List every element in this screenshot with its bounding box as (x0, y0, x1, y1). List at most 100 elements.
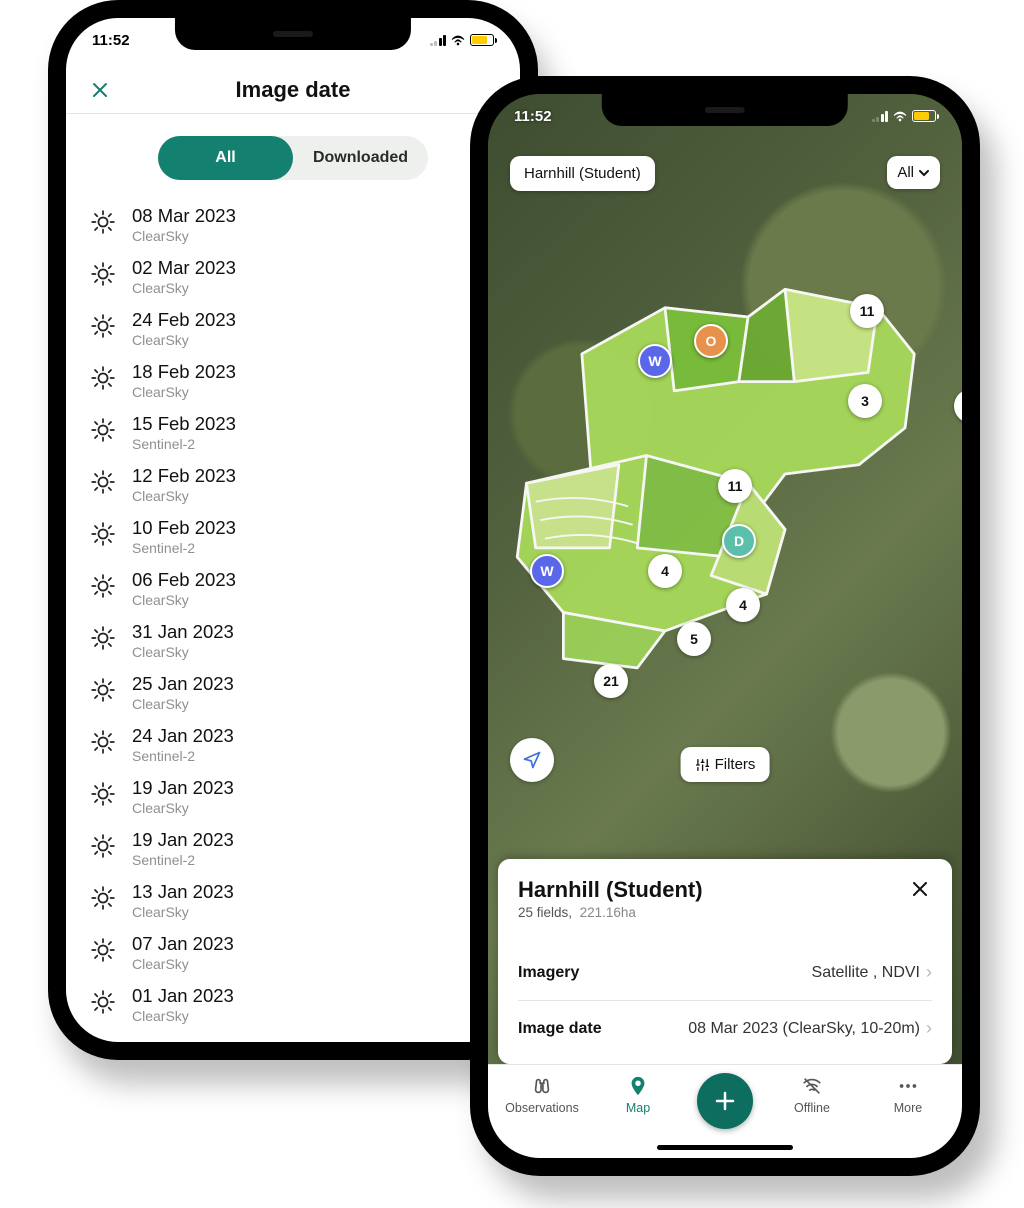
list-item[interactable]: 19 Jan 2023 ClearSky (90, 770, 520, 822)
battery-icon (470, 34, 494, 46)
tab-more[interactable]: More (871, 1075, 945, 1115)
list-item[interactable]: 02 Mar 2023 ClearSky (90, 250, 520, 302)
list-item[interactable]: 10 Feb 2023 Sentinel-2 (90, 510, 520, 562)
image-source-label: ClearSky (132, 228, 236, 245)
sun-icon (90, 833, 116, 859)
list-item[interactable]: 01 Jan 2023 ClearSky (90, 978, 520, 1030)
list-item[interactable]: 06 Feb 2023 ClearSky (90, 562, 520, 614)
tab-downloaded[interactable]: Downloaded (293, 136, 428, 180)
chevron-right-icon: › (926, 1018, 932, 1039)
sun-icon (90, 989, 116, 1015)
image-date-label: 01 Jan 2023 (132, 985, 234, 1007)
map-marker[interactable]: 11 (718, 469, 752, 503)
tab-observations[interactable]: Observations (505, 1075, 579, 1115)
image-date-label: 06 Feb 2023 (132, 569, 236, 591)
map-marker[interactable]: 21 (594, 664, 628, 698)
list-item[interactable]: 19 Jan 2023 Sentinel-2 (90, 822, 520, 874)
wifi-icon (892, 110, 908, 122)
image-date-label: 19 Jan 2023 (132, 829, 234, 851)
chevron-right-icon: › (926, 962, 932, 983)
map-marker[interactable]: 4 (648, 554, 682, 588)
tab-all[interactable]: All (158, 136, 293, 180)
image-date-label: 26 Dec 2022 (132, 1037, 237, 1040)
sheet-close-button[interactable] (908, 877, 932, 903)
image-date-label: 13 Jan 2023 (132, 881, 234, 903)
offline-icon (801, 1075, 823, 1097)
image-date-label: 24 Jan 2023 (132, 725, 234, 747)
tab-offline[interactable]: Offline (775, 1075, 849, 1115)
layer-filter-label: All (897, 164, 914, 181)
list-item[interactable]: 18 Feb 2023 ClearSky (90, 354, 520, 406)
map-marker[interactable]: 4 (726, 588, 760, 622)
map-marker[interactable]: D (722, 524, 756, 558)
plus-icon (713, 1089, 737, 1113)
image-source-label: ClearSky (132, 696, 234, 713)
segmented-control: All Downloaded (158, 136, 428, 180)
filters-button[interactable]: Filters (681, 747, 770, 782)
image-source-label: ClearSky (132, 800, 234, 817)
image-source-label: Sentinel-2 (132, 748, 234, 765)
status-time: 11:52 (514, 108, 552, 125)
add-button[interactable] (697, 1073, 753, 1129)
map-pin-icon (627, 1075, 649, 1097)
sun-icon (90, 417, 116, 443)
image-source-label: Sentinel-2 (132, 852, 234, 869)
battery-icon (912, 110, 936, 122)
home-indicator[interactable] (657, 1145, 793, 1150)
image-date-label: 19 Jan 2023 (132, 777, 234, 799)
sun-icon (90, 313, 116, 339)
binoculars-icon (531, 1075, 553, 1097)
list-item[interactable]: 12 Feb 2023 ClearSky (90, 458, 520, 510)
location-arrow-icon (522, 750, 542, 770)
list-item[interactable]: 13 Jan 2023 ClearSky (90, 874, 520, 926)
image-source-label: Sentinel-2 (132, 540, 236, 557)
image-date-label: 24 Feb 2023 (132, 309, 236, 331)
image-date-label: 08 Mar 2023 (132, 205, 236, 227)
wifi-icon (450, 34, 466, 46)
farm-selector-chip[interactable]: Harnhill (Student) (510, 156, 655, 191)
list-item[interactable]: 31 Jan 2023 ClearSky (90, 614, 520, 666)
image-source-label: Sentinel-2 (132, 436, 236, 453)
sun-icon (90, 677, 116, 703)
sun-icon (90, 261, 116, 287)
list-item[interactable]: 15 Feb 2023 Sentinel-2 (90, 406, 520, 458)
imagery-row[interactable]: Imagery Satellite , NDVI› (518, 944, 932, 1000)
map-marker[interactable]: 5 (677, 622, 711, 656)
image-date-row[interactable]: Image date 08 Mar 2023 (ClearSky, 10-20m… (518, 1000, 932, 1056)
image-source-label: ClearSky (132, 280, 236, 297)
locate-me-button[interactable] (510, 738, 554, 782)
status-time: 11:52 (92, 32, 130, 49)
page-title: Image date (236, 77, 351, 103)
phone-left: 11:52 Image date All Downloaded 0 (48, 0, 538, 1060)
list-item[interactable]: 07 Jan 2023 ClearSky (90, 926, 520, 978)
phone-right: 11:52 Harnhill (Student) All WO113211D4W… (470, 76, 980, 1176)
list-item[interactable]: 24 Feb 2023 ClearSky (90, 302, 520, 354)
map-marker[interactable]: O (694, 324, 728, 358)
sun-icon (90, 573, 116, 599)
map-marker[interactable]: 3 (848, 384, 882, 418)
image-date-label: 25 Jan 2023 (132, 673, 234, 695)
image-source-label: ClearSky (132, 384, 236, 401)
list-item[interactable]: 24 Jan 2023 Sentinel-2 (90, 718, 520, 770)
image-date-list[interactable]: 08 Mar 2023 ClearSky 02 Mar 2023 ClearSk… (66, 192, 520, 1040)
filters-label: Filters (715, 756, 756, 773)
cellular-icon (430, 35, 447, 46)
layer-filter-chip[interactable]: All (887, 156, 940, 189)
more-icon (897, 1075, 919, 1097)
farm-bottom-sheet: Harnhill (Student) 25 fields, 221.16ha I… (498, 859, 952, 1064)
map-marker[interactable]: W (530, 554, 564, 588)
sun-icon (90, 729, 116, 755)
list-item[interactable]: 25 Jan 2023 ClearSky (90, 666, 520, 718)
list-item[interactable]: 08 Mar 2023 ClearSky (90, 198, 520, 250)
close-button[interactable] (88, 78, 112, 102)
map-marker[interactable]: W (638, 344, 672, 378)
image-date-label: 02 Mar 2023 (132, 257, 236, 279)
modal-header: Image date (66, 66, 520, 114)
sun-icon (90, 937, 116, 963)
sun-icon (90, 469, 116, 495)
list-item[interactable]: 26 Dec 2022 (90, 1030, 520, 1040)
image-source-label: ClearSky (132, 1008, 234, 1025)
tab-map[interactable]: Map (601, 1075, 675, 1115)
map-marker[interactable]: 11 (850, 294, 884, 328)
sun-icon (90, 521, 116, 547)
